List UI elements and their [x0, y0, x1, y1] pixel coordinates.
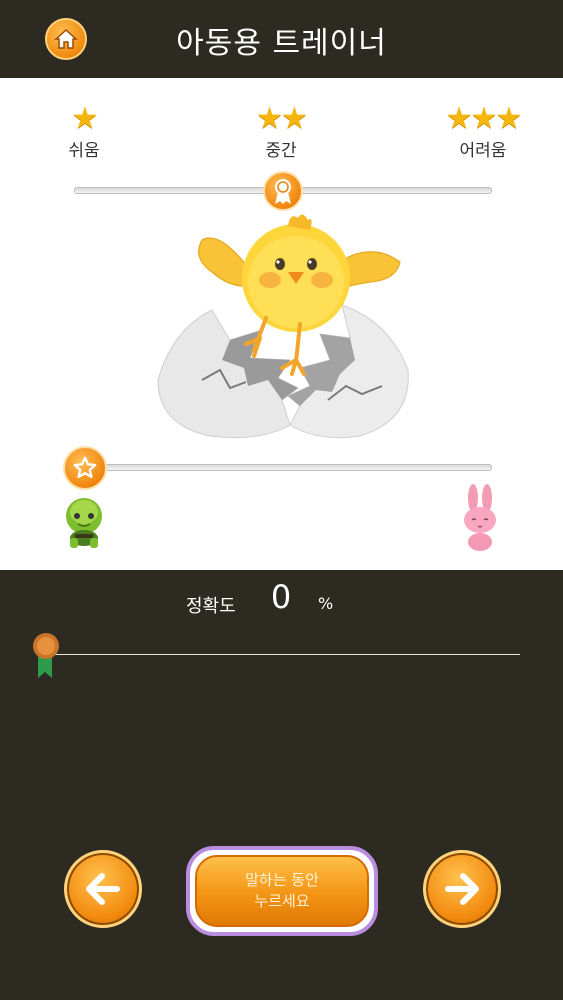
- difficulty-slider-handle[interactable]: [263, 171, 303, 211]
- trainer-panel: ★ 쉬움 ★★ 중간 ★★★ 어려움: [0, 78, 563, 570]
- accuracy-unit: %: [318, 594, 334, 613]
- accuracy-section: 정확도 0 % 말하는 동안 누르세요: [0, 570, 563, 1000]
- level-easy-label: 쉬움: [68, 141, 100, 161]
- previous-button[interactable]: [64, 850, 142, 928]
- turtle-icon: [66, 498, 102, 548]
- hatching-chick-illustration: [157, 214, 409, 439]
- star-icon: ★★: [256, 101, 308, 136]
- level-hard-label: 어려움: [459, 141, 507, 161]
- arrow-right-icon: [445, 873, 479, 905]
- accuracy-label: 정확도: [186, 596, 236, 617]
- level-hard[interactable]: ★★★ 어려움: [436, 101, 530, 162]
- speed-slider-handle[interactable]: [63, 446, 107, 490]
- top-bar: 아동용 트레이너: [0, 0, 563, 78]
- speak-button-label-line1: 말하는 동안: [245, 871, 319, 889]
- medal-icon: [33, 633, 59, 678]
- level-easy[interactable]: ★ 쉬움: [62, 101, 106, 162]
- next-button[interactable]: [423, 850, 501, 928]
- speed-slider-track[interactable]: [86, 464, 492, 471]
- page-title: 아동용 트레이너: [176, 26, 387, 61]
- rabbit-icon: [464, 484, 496, 551]
- ribbon-award-icon: [275, 179, 291, 204]
- star-icon: ★★★: [445, 101, 523, 136]
- star-outline-icon: [73, 456, 97, 479]
- level-medium[interactable]: ★★ 중간: [248, 101, 314, 162]
- speak-button-label-line2: 누르세요: [254, 892, 310, 910]
- accuracy-value: 0: [270, 578, 292, 616]
- arrow-left-icon: [86, 873, 120, 905]
- star-icon: ★: [71, 101, 99, 136]
- accuracy-progress-track: [42, 654, 520, 655]
- level-medium-label: 중간: [265, 141, 297, 161]
- speak-button[interactable]: 말하는 동안 누르세요: [186, 846, 378, 936]
